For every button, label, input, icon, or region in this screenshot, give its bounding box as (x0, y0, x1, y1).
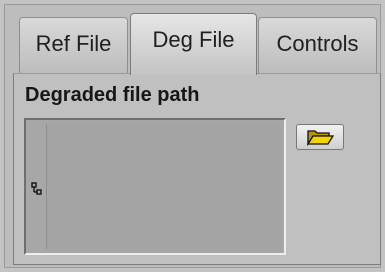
deg-file-panel: Degraded file path (13, 73, 381, 265)
degraded-file-path-input[interactable] (24, 118, 286, 255)
tab-ref-file-label: Ref File (35, 31, 112, 56)
folder-open-icon (306, 130, 334, 146)
path-status-icon (31, 182, 42, 195)
tab-control-frame: Ref File Deg File Controls Degraded file… (4, 4, 381, 268)
browse-button[interactable] (296, 124, 344, 150)
tab-ref-file[interactable]: Ref File (19, 17, 128, 73)
tab-deg-file-label: Deg File (152, 27, 235, 52)
tab-controls-label: Controls (276, 31, 359, 56)
tab-controls[interactable]: Controls (258, 17, 377, 73)
tab-deg-file[interactable]: Deg File (130, 13, 257, 75)
path-text-area[interactable] (46, 124, 281, 249)
degraded-file-path-label: Degraded file path (25, 84, 200, 106)
